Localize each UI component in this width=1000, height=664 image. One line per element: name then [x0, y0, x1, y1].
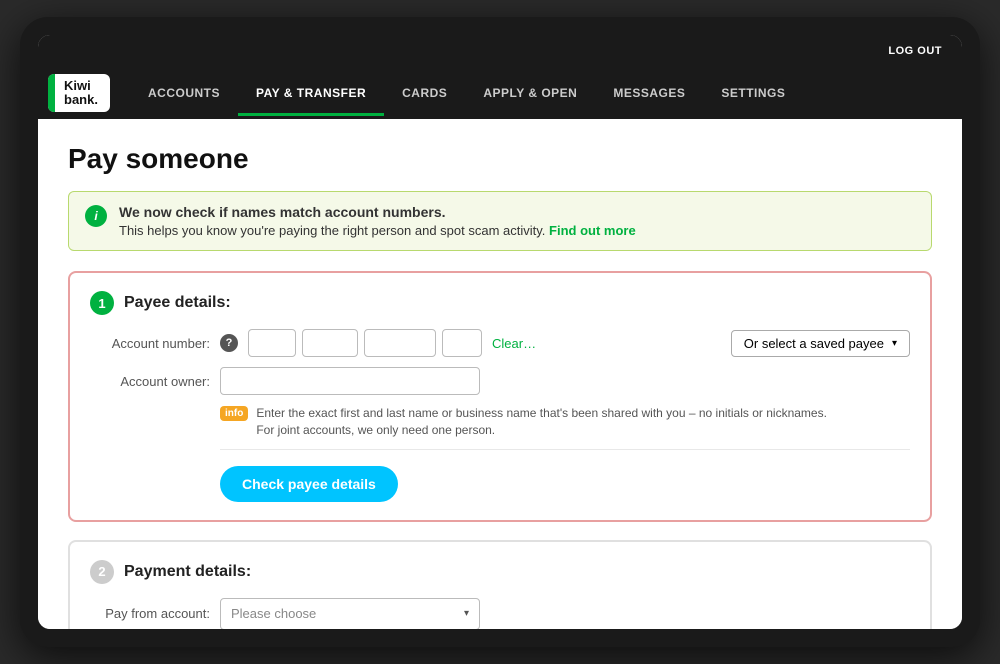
pay-from-dropdown[interactable]: Please choose ▾	[220, 598, 480, 629]
tablet-screen: LOG OUT Kiwi bank. ACCOUNTS PAY & TRANSF…	[38, 35, 962, 629]
dropdown-chevron-icon: ▾	[464, 608, 469, 619]
logo-text-line1: Kiwi	[64, 79, 98, 93]
section2-header: 2 Payment details:	[90, 560, 910, 584]
account-number-label: Account number:	[90, 336, 210, 351]
logo: Kiwi bank.	[48, 74, 110, 112]
info-banner-title: We now check if names match account numb…	[119, 204, 636, 220]
info-line2: For joint accounts, we only need one per…	[256, 422, 827, 439]
account-field-3[interactable]	[364, 329, 436, 357]
account-inputs: Clear…	[248, 329, 721, 357]
check-payee-button[interactable]: Check payee details	[220, 466, 398, 502]
payee-details-section: 1 Payee details: Account number: ? Clear…	[68, 271, 932, 522]
pay-from-label: Pay from account:	[90, 606, 210, 621]
info-small-text: Enter the exact first and last name or b…	[256, 405, 827, 439]
section1-header: 1 Payee details:	[90, 291, 910, 315]
tablet-frame: LOG OUT Kiwi bank. ACCOUNTS PAY & TRANSF…	[20, 17, 980, 647]
pay-from-placeholder: Please choose	[231, 606, 316, 621]
pay-from-row: Pay from account: Please choose ▾	[90, 598, 910, 629]
step1-badge: 1	[90, 291, 114, 315]
account-owner-input[interactable]	[220, 367, 480, 395]
nav-item-messages[interactable]: MESSAGES	[595, 70, 703, 116]
logo-green-bar	[48, 74, 55, 112]
account-field-1[interactable]	[248, 329, 296, 357]
account-field-4[interactable]	[442, 329, 482, 357]
top-bar: LOG OUT	[38, 35, 962, 67]
saved-payee-button[interactable]: Or select a saved payee ▾	[731, 330, 910, 357]
find-out-more-link[interactable]: Find out more	[549, 223, 636, 238]
account-owner-label: Account owner:	[90, 374, 210, 389]
nav-item-apply-open[interactable]: APPLY & OPEN	[465, 70, 595, 116]
step2-badge: 2	[90, 560, 114, 584]
account-number-row: Account number: ? Clear… Or select a sav…	[90, 329, 910, 357]
info-badge: info	[220, 406, 248, 421]
payment-details-section: 2 Payment details: Pay from account: Ple…	[68, 540, 932, 629]
account-field-2[interactable]	[302, 329, 358, 357]
saved-payee-label: Or select a saved payee	[744, 336, 884, 351]
section2-title: Payment details:	[124, 563, 251, 581]
help-icon[interactable]: ?	[220, 334, 238, 352]
section1-title: Payee details:	[124, 294, 231, 312]
info-icon: i	[85, 205, 107, 227]
chevron-down-icon: ▾	[892, 338, 897, 349]
saved-payee-select: Or select a saved payee ▾	[731, 330, 910, 357]
clear-link[interactable]: Clear…	[492, 336, 536, 351]
info-banner: i We now check if names match account nu…	[68, 191, 932, 251]
logo-text-line2: bank.	[64, 93, 98, 107]
nav-items: ACCOUNTS PAY & TRANSFER CARDS APPLY & OP…	[130, 70, 952, 116]
account-owner-row: Account owner:	[90, 367, 910, 395]
info-text-row: info Enter the exact first and last name…	[220, 405, 910, 450]
info-banner-text: We now check if names match account numb…	[119, 204, 636, 238]
nav-bar: Kiwi bank. ACCOUNTS PAY & TRANSFER CARDS…	[38, 67, 962, 119]
info-line1: Enter the exact first and last name or b…	[256, 405, 827, 422]
nav-item-cards[interactable]: CARDS	[384, 70, 465, 116]
nav-item-accounts[interactable]: ACCOUNTS	[130, 70, 238, 116]
main-content: Pay someone i We now check if names matc…	[38, 119, 962, 629]
page-title: Pay someone	[68, 143, 932, 175]
info-banner-description: This helps you know you're paying the ri…	[119, 223, 545, 238]
nav-item-settings[interactable]: SETTINGS	[703, 70, 803, 116]
nav-item-pay-transfer[interactable]: PAY & TRANSFER	[238, 70, 384, 116]
logout-button[interactable]: LOG OUT	[888, 45, 942, 57]
